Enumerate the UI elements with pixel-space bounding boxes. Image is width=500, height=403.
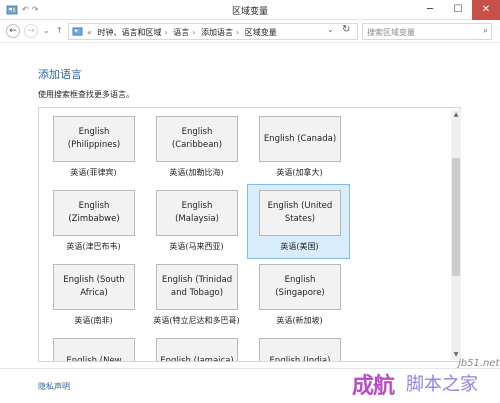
scroll-up-icon[interactable]: ▲ [451, 110, 461, 120]
language-tile[interactable]: English (United States) 英语(美国) [247, 184, 350, 259]
language-native-name: 英语(菲律宾) [70, 168, 117, 177]
control-panel-icon [72, 27, 83, 36]
language-native-name: 英语(津巴布韦) [66, 242, 121, 251]
language-name[interactable]: English (Zimbabwe) [53, 190, 135, 236]
language-native-name: 英语(特立尼达和多巴哥) [153, 316, 240, 325]
watermark-text: 成航 [352, 374, 395, 399]
language-native-name: 英语(南非) [74, 316, 113, 325]
watermark-site: jb51.net [458, 358, 500, 369]
language-name[interactable]: English (India) [259, 338, 341, 361]
instruction-text: 使用搜索框查找更多语言。 [38, 90, 134, 99]
search-box[interactable]: ⌕ [362, 23, 492, 40]
language-name[interactable]: English (Philippines) [53, 116, 135, 162]
language-list[interactable]: English (Philippines) 英语(菲律宾) English (Car… [38, 107, 461, 362]
language-tile[interactable]: English (South Africa) 英语(南非) [42, 259, 145, 334]
language-native-name: 英语(加拿大) [276, 168, 323, 177]
language-tile[interactable]: English (Jamaica) [145, 333, 248, 361]
search-icon[interactable]: ⌕ [483, 26, 488, 36]
search-input[interactable] [367, 26, 475, 38]
breadcrumb: « 时钟、语言和区域 › 语言 › 添加语言 › 区域变量 [87, 27, 280, 38]
minimize-button[interactable]: ─ [416, 0, 444, 20]
language-name[interactable]: English (Caribbean) [156, 116, 238, 162]
breadcrumb-item[interactable]: 添加语言 [201, 28, 233, 37]
chevron-right-icon[interactable]: › [236, 28, 239, 37]
refresh-icon[interactable]: ↻ [342, 24, 350, 35]
language-name[interactable]: English (South Africa) [53, 264, 135, 310]
language-native-name: 英语(加勒比海) [169, 168, 224, 177]
recent-locations-icon[interactable]: ⌄ [43, 26, 50, 35]
language-tile[interactable]: English (Singapore) 英语(新加坡) [248, 259, 351, 334]
language-tile[interactable]: English (Trinidad and Tobago) 英语(特立尼达和多巴哥… [145, 259, 248, 334]
address-dropdown-icon[interactable]: ⌄ [327, 25, 334, 34]
address-bar[interactable]: « 时钟、语言和区域 › 语言 › 添加语言 › 区域变量 [68, 23, 358, 40]
language-native-name: 英语(马来西亚) [169, 242, 224, 251]
watermark: 成航 脚本之家 jb51.net [340, 358, 500, 403]
language-tile[interactable]: English (Caribbean) 英语(加勒比海) [145, 111, 248, 186]
language-name[interactable]: English (United States) [259, 190, 341, 236]
maximize-button[interactable]: ☐ [444, 0, 472, 20]
privacy-statement-link[interactable]: 隐私声明 [38, 381, 70, 392]
language-tile[interactable]: English (Philippines) 英语(菲律宾) [42, 111, 145, 186]
language-name[interactable]: English (Singapore) [259, 264, 341, 310]
breadcrumb-item[interactable]: 时钟、语言和区域 [97, 28, 161, 37]
language-tile[interactable]: English (India) [248, 333, 351, 361]
page-title: 添加语言 [38, 68, 82, 81]
forward-button[interactable]: → [24, 24, 38, 38]
language-tile[interactable]: English (Malaysia) 英语(马来西亚) [145, 185, 248, 260]
chevron-right-icon[interactable]: › [164, 28, 167, 37]
language-native-name: 英语(新加坡) [276, 316, 323, 325]
language-tile[interactable]: English (Canada) 英语(加拿大) [248, 111, 351, 186]
language-name[interactable]: English (New [53, 338, 135, 361]
language-name[interactable]: English (Trinidad and Tobago) [156, 264, 238, 310]
breadcrumb-item[interactable]: 区域变量 [245, 28, 277, 37]
back-button[interactable]: ← [6, 24, 20, 38]
scroll-thumb[interactable] [452, 158, 460, 276]
chevron-right-icon[interactable]: › [192, 28, 195, 37]
language-tile[interactable]: English (New [42, 333, 145, 361]
vertical-scrollbar[interactable]: ▲ ▼ [451, 110, 461, 360]
language-name[interactable]: English (Malaysia) [156, 190, 238, 236]
close-button[interactable]: ✕ [472, 0, 500, 20]
breadcrumb-overflow[interactable]: « [87, 28, 92, 37]
watermark-text-secondary: 脚本之家 [406, 374, 478, 395]
language-name[interactable]: English (Jamaica) [156, 338, 238, 361]
title-bar: ↶↷ 区域变量 ─ ☐ ✕ [0, 0, 500, 20]
language-name[interactable]: English (Canada) [259, 116, 341, 162]
up-button[interactable]: ↑ [56, 26, 63, 35]
language-tile[interactable]: English (Zimbabwe) 英语(津巴布韦) [42, 185, 145, 260]
language-native-name: 英语(美国) [280, 242, 319, 251]
breadcrumb-item[interactable]: 语言 [173, 28, 189, 37]
